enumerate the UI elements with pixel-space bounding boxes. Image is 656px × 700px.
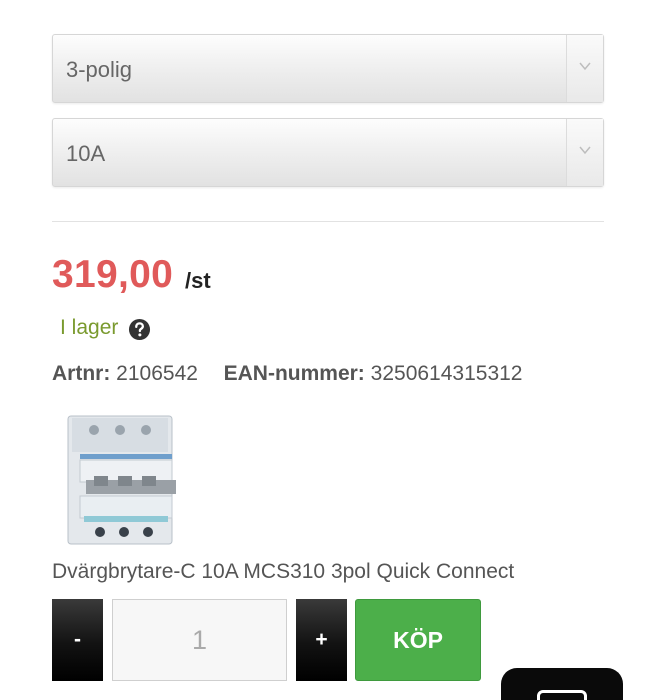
help-icon[interactable] (128, 318, 151, 341)
divider (52, 221, 604, 222)
artnr-value: 2106542 (116, 362, 198, 385)
buy-button[interactable]: KÖP (355, 599, 481, 681)
pole-select-arrow[interactable] (566, 35, 603, 102)
artnr-label: Artnr: (52, 362, 111, 385)
ean-label: EAN-nummer: (223, 362, 365, 385)
product-name[interactable]: Dvärgbrytare-C 10A MCS310 3pol Quick Con… (52, 560, 514, 584)
product-image[interactable] (60, 410, 182, 550)
decrease-quantity-button[interactable]: - (52, 599, 103, 681)
current-select-value: 10A (66, 141, 106, 166)
price-unit: /st (185, 268, 211, 293)
chat-widget-button[interactable] (501, 668, 623, 700)
chevron-down-icon (579, 146, 591, 155)
current-select[interactable]: 10A (52, 118, 604, 187)
chat-icon (537, 690, 587, 700)
stock-status: I lager (60, 316, 119, 339)
quantity-input[interactable] (112, 599, 287, 681)
price: 319,00 (52, 253, 174, 296)
current-select-arrow[interactable] (566, 119, 603, 186)
pole-select-value: 3-polig (66, 57, 133, 82)
increase-quantity-button[interactable]: + (296, 599, 347, 681)
article-numbers: Artnr: 2106542 EAN-nummer: 3250614315312 (52, 362, 523, 386)
chevron-down-icon (579, 62, 591, 71)
ean-value: 3250614315312 (370, 362, 523, 385)
pole-select[interactable]: 3-polig (52, 34, 604, 103)
